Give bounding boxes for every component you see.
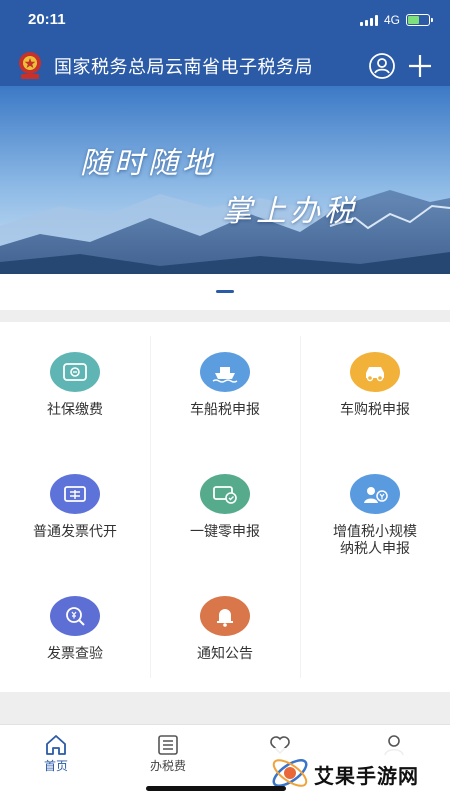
invoice-icon — [50, 474, 100, 514]
tax-emblem-icon — [19, 52, 41, 79]
service-label: 车购税申报 — [340, 402, 410, 418]
plus-icon[interactable] — [406, 52, 434, 80]
home-icon — [46, 735, 66, 755]
network-type: 4G — [383, 13, 400, 27]
home-indicator — [146, 786, 286, 791]
tab-label: 办税费 — [149, 759, 186, 773]
bell-icon — [200, 596, 250, 636]
banner-line-1: 随时随地 — [80, 146, 216, 181]
service-vehicle-purchase-tax[interactable]: 车购税申报 — [300, 322, 450, 444]
tab-home[interactable]: 首页 — [0, 725, 112, 800]
list-icon — [158, 735, 178, 755]
service-social-security[interactable]: 社保缴费 — [0, 322, 150, 444]
banner-landscape — [0, 86, 450, 274]
tab-label: 首页 — [43, 759, 68, 773]
status-time: 20:11 — [28, 11, 66, 28]
carousel-dot-active[interactable] — [216, 290, 234, 293]
invoice-check-icon — [50, 596, 100, 636]
service-label: 发票查验 — [47, 646, 103, 662]
zero-declare-icon — [200, 474, 250, 514]
service-invoice-check[interactable]: 发票查验 — [0, 566, 150, 688]
signal-icon — [359, 14, 378, 26]
service-vessel-tax[interactable]: 车船税申报 — [150, 322, 300, 444]
carousel-indicator — [0, 274, 450, 310]
service-label: 一键零申报 — [190, 524, 260, 540]
service-zero-declaration[interactable]: 一键零申报 — [150, 444, 300, 566]
app-header: 国家税务总局云南省电子税务局 — [0, 44, 450, 86]
service-label: 普通发票代开 — [33, 524, 117, 540]
service-label: 社保缴费 — [47, 402, 103, 418]
taxpayer-icon — [350, 474, 400, 514]
service-label: 增值税小规模 纳税人申报 — [333, 524, 417, 557]
status-bar: 20:11 4G — [0, 0, 450, 44]
service-label: 车船税申报 — [190, 402, 260, 418]
watermark: 艾果手游网 — [264, 748, 444, 798]
service-invoice-issue[interactable]: 普通发票代开 — [0, 444, 150, 566]
banner-line-2: 掌上办税 — [222, 194, 358, 229]
status-indicators: 4G — [359, 13, 433, 27]
service-notices[interactable]: 通知公告 — [150, 566, 300, 688]
social-security-icon — [50, 352, 100, 392]
service-small-scale-vat[interactable]: 增值税小规模 纳税人申报 — [300, 444, 450, 566]
user-icon[interactable] — [368, 52, 396, 80]
service-grid: 社保缴费 车船税申报 车购税申报 普通发票代开 一键零申报 增值税小规模 纳税人申… — [0, 322, 450, 692]
car-icon — [350, 352, 400, 392]
promo-banner[interactable]: 随时随地 掌上办税 — [0, 86, 450, 274]
ship-icon — [200, 352, 250, 392]
watermark-text: 艾果手游网 — [314, 764, 419, 788]
page-title: 国家税务总局云南省电子税务局 — [54, 57, 313, 78]
battery-icon — [406, 14, 433, 26]
service-label: 通知公告 — [197, 646, 253, 662]
